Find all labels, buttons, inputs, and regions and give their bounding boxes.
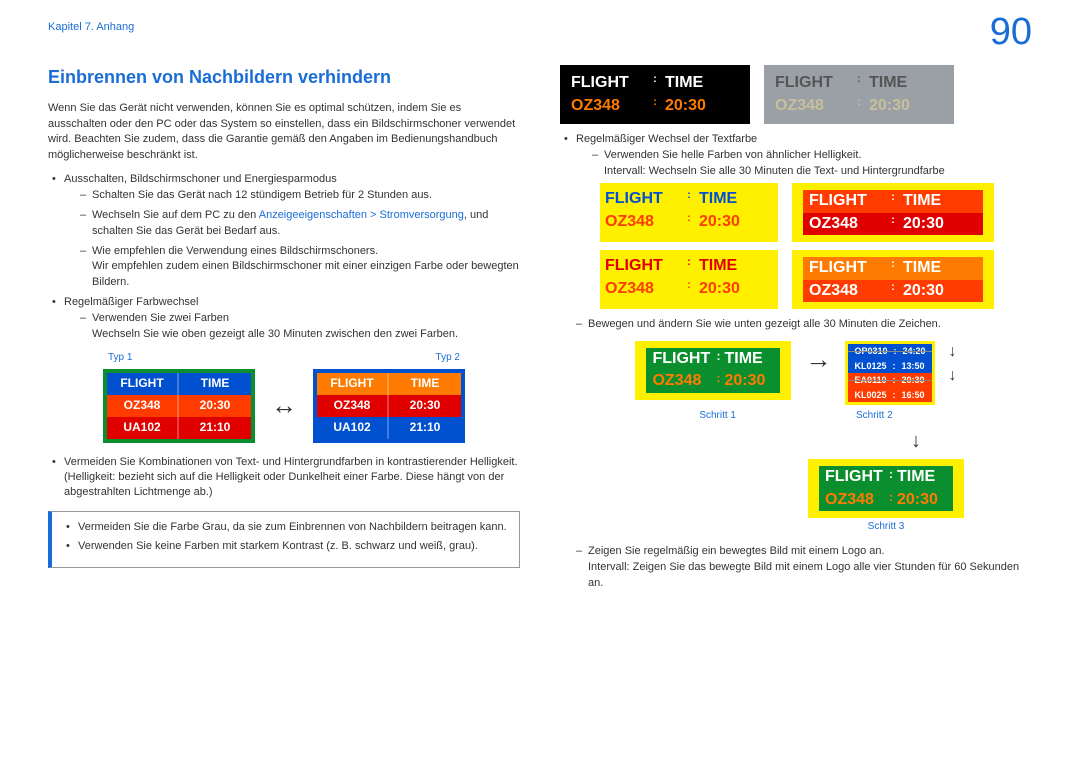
swap-arrow-icon: ↔: [271, 387, 297, 423]
intro-paragraph: Wenn Sie das Gerät nicht verwenden, könn…: [48, 101, 520, 165]
dash-two-colors: Verwenden Sie zwei FarbenWechseln Sie wi…: [64, 311, 520, 343]
panel-gray: FLIGHT:TIME OZ348:20:30: [764, 65, 954, 124]
dash-display-props: Wechseln Sie auf dem PC zu den Anzeigeei…: [64, 208, 520, 240]
panel-orange: FLIGHT:TIME OZ348:20:30: [792, 250, 994, 309]
color-panels-row1: FLIGHT:TIME OZ348:20:30 FLIGHT:TIME OZ34…: [600, 183, 1032, 242]
dash-move-chars: Bewegen und ändern Sie wie unten gezeigt…: [560, 317, 1032, 333]
step3-panel: FLIGHT:TIME OZ348:20:30: [808, 459, 964, 518]
type1-table: FLIGHTTIME OZ34820:30 UA10221:10: [103, 369, 255, 443]
bullet-colorswap: Regelmäßiger Farbwechsel Verwenden Sie z…: [48, 295, 520, 342]
down-arrow-icon: ↓: [800, 427, 1032, 455]
label-step1: Schritt 1: [699, 409, 736, 423]
bullet-power-off: Ausschalten, Bildschirmschoner und Energ…: [48, 172, 520, 291]
label-step3: Schritt 3: [868, 520, 905, 534]
label-typ1: Typ 1: [108, 351, 132, 365]
bullet-textcolor-change: Regelmäßiger Wechsel der Textfarbe Verwe…: [560, 132, 1032, 179]
type-tables-row: FLIGHTTIME OZ34820:30 UA10221:10 ↔ FLIGH…: [48, 369, 520, 443]
page-number: 90: [990, 6, 1032, 59]
step1-panel: FLIGHT:TIME OZ348:20:30: [635, 341, 791, 400]
type2-table: FLIGHTTIME OZ34820:30 UA10221:10: [313, 369, 465, 443]
callout-no-high-contrast: Verwenden Sie keine Farben mit starkem K…: [62, 539, 509, 554]
color-panels-row2: FLIGHT:TIME OZ348:20:30 FLIGHT:TIME OZ34…: [600, 250, 1032, 309]
link-display-properties[interactable]: Anzeigeeigenschaften > Stromversorgung: [259, 209, 464, 221]
section-title: Einbrennen von Nachbildern verhindern: [48, 65, 520, 90]
step-row: FLIGHT:TIME OZ348:20:30 → OP0310:24:20 K…: [560, 341, 1032, 405]
dash-12h: Schalten Sie das Gerät nach 12 stündigem…: [64, 188, 520, 204]
panel-black: FLIGHT:TIME OZ348:20:30: [560, 65, 750, 124]
step-arrow-icon: →: [805, 341, 831, 377]
callout-box: Vermeiden Sie die Farbe Grau, da sie zum…: [48, 511, 520, 568]
dash-bright-colors: Verwenden Sie helle Farben von ähnlicher…: [576, 148, 1032, 180]
contrast-panels: FLIGHT:TIME OZ348:20:30 FLIGHT:TIME OZ34…: [560, 65, 1032, 124]
bullet-avoid-contrast: Vermeiden Sie Kombinationen von Text- un…: [48, 455, 520, 501]
panel-yellow-red: FLIGHT:TIME OZ348:20:30: [600, 250, 778, 309]
chapter-label: Kapitel 7. Anhang: [48, 20, 134, 35]
callout-no-gray: Vermeiden Sie die Farbe Grau, da sie zum…: [62, 520, 509, 535]
label-step2: Schritt 2: [856, 409, 893, 423]
label-typ2: Typ 2: [436, 351, 460, 365]
dash-screensaver: Wie empfehlen die Verwendung eines Bilds…: [64, 244, 520, 292]
panel-red: FLIGHT:TIME OZ348:20:30: [792, 183, 994, 242]
down-arrows-icon: ↓↓: [949, 341, 957, 388]
panel-yellow-blue: FLIGHT:TIME OZ348:20:30: [600, 183, 778, 242]
dash-logo: Zeigen Sie regelmäßig ein bewegtes Bild …: [560, 544, 1032, 592]
step2-panel: OP0310:24:20 KL0125:13:50 EA0110:20:30 K…: [845, 341, 934, 405]
